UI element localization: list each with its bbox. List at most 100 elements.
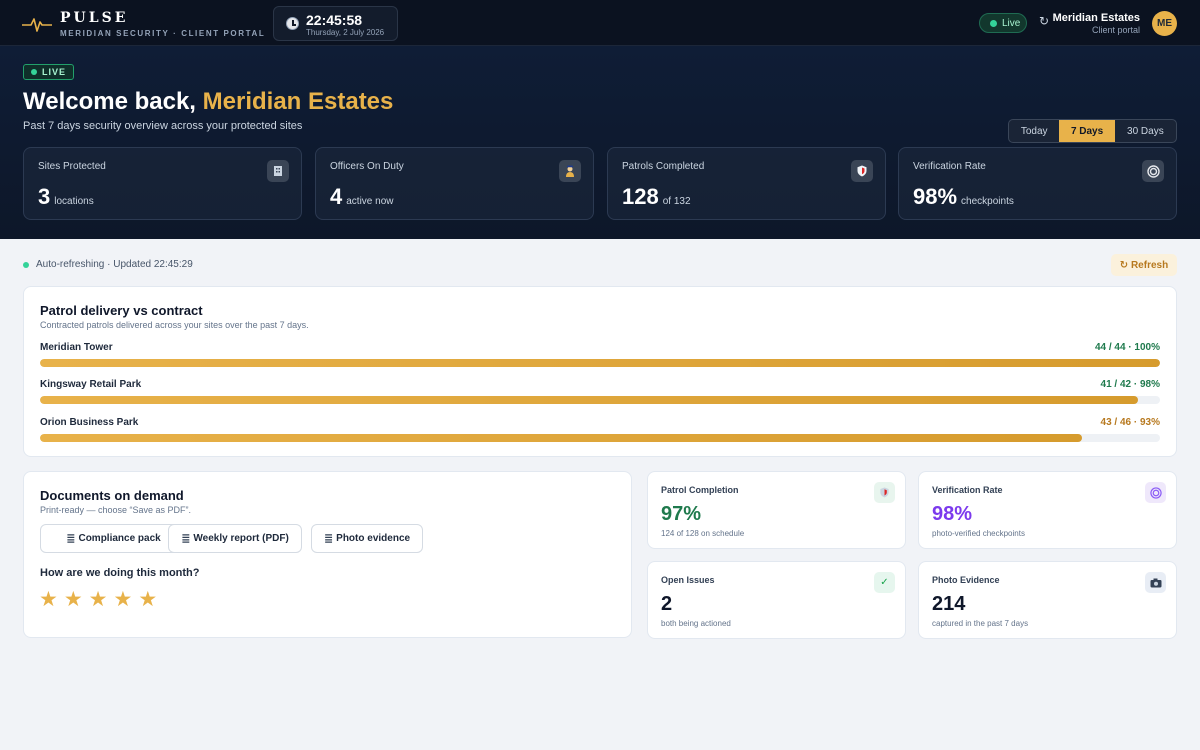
site-row: Kingsway Retail Park 41 / 42 · 98% [40, 379, 1160, 405]
document-icon: ≣ [181, 533, 191, 545]
metric-subtext: both being actioned [661, 619, 731, 628]
live-dot-icon [31, 69, 37, 75]
clock-time: 22:45:58 [306, 12, 363, 28]
period-selector: Today 7 Days 30 Days [1008, 119, 1177, 143]
kpi-sites-protected: Sites Protected 3 locations [23, 147, 302, 220]
site-stat: 43 / 46 · 93% [1100, 417, 1160, 428]
rating-question: How are we doing this month? [40, 567, 200, 579]
client-info: Meridian Estates Client portal [1053, 12, 1140, 35]
kpi-label: Verification Rate [913, 161, 986, 172]
pulse-logo-icon [22, 18, 52, 32]
documents-card-subtitle: Print-ready — choose “Save as PDF”. [40, 505, 192, 515]
top-bar: PULSE MERIDIAN SECURITY · CLIENT PORTAL … [0, 0, 1200, 46]
metric-value: 97% [661, 503, 702, 525]
documents-card: Documents on demand Print-ready — choose… [23, 471, 632, 638]
kpi-value: 3 locations [38, 184, 94, 209]
metric-card-patrol-completion: Patrol Completion 97% 124 of 128 on sche… [647, 471, 906, 549]
kpi-label: Officers On Duty [330, 161, 404, 172]
site-progress-fill [40, 359, 1160, 367]
kpi-label: Patrols Completed [622, 161, 705, 172]
refresh-icon[interactable]: ↻ [1037, 14, 1051, 28]
officer-icon [559, 160, 581, 182]
client-name: Meridian Estates [1052, 12, 1140, 24]
patrol-delivery-card: Patrol delivery vs contract Contracted p… [23, 286, 1177, 457]
welcome-prefix: Welcome back, [23, 88, 203, 115]
doc-button-label: Photo evidence [336, 533, 411, 544]
star-icon[interactable]: ★ [138, 589, 157, 610]
kpi-patrols-completed: Patrols Completed 128 of 132 [607, 147, 886, 220]
metric-card-photo-evidence: Photo Evidence 214 captured in the past … [918, 561, 1177, 639]
documents-card-title: Documents on demand [40, 488, 184, 503]
live-badge: LIVE [23, 64, 75, 80]
doc-button-label: Weekly report (PDF) [193, 533, 289, 544]
site-progress-track [40, 396, 1160, 404]
welcome-heading: Welcome back, Meridian Estates [23, 88, 393, 116]
site-name: Kingsway Retail Park [40, 379, 142, 390]
clock-icon [286, 17, 299, 30]
site-name: Orion Business Park [40, 417, 139, 428]
site-stat: 44 / 44 · 100% [1094, 342, 1160, 353]
document-icon: ≣ [323, 533, 334, 545]
star-icon[interactable]: ★ [64, 589, 83, 610]
period-7-days-button[interactable]: 7 Days [1059, 120, 1115, 142]
doc-button-label: Compliance pack [78, 533, 161, 544]
star-rating[interactable]: ★ ★ ★ ★ ★ [39, 589, 163, 610]
star-icon[interactable]: ★ [113, 589, 132, 610]
metric-value: 2 [661, 593, 673, 615]
metric-card-verification-rate: Verification Rate 98% photo-verified che… [918, 471, 1177, 549]
site-stat: 41 / 42 · 98% [1100, 379, 1160, 390]
patrol-card-title: Patrol delivery vs contract [40, 303, 203, 318]
kpi-officers-on-duty: Officers On Duty 4 active now [315, 147, 594, 220]
brand[interactable]: PULSE MERIDIAN SECURITY · CLIENT PORTAL [22, 9, 265, 39]
kpi-value: 4 active now [330, 184, 394, 209]
compliance-pack-button[interactable]: ≣ Compliance pack [40, 524, 187, 553]
metric-label: Verification Rate [932, 485, 1003, 495]
period-today-button[interactable]: Today [1009, 120, 1059, 142]
shield-icon [851, 160, 873, 182]
document-icon: ≣ [66, 533, 76, 545]
site-name: Meridian Tower [40, 342, 113, 353]
clock-widget: 22:45:58 Thursday, 2 July 2026 [273, 6, 398, 41]
metric-subtext: 124 of 128 on schedule [661, 529, 745, 538]
metric-value: 98% [932, 503, 973, 525]
brand-subtitle: MERIDIAN SECURITY · CLIENT PORTAL [60, 28, 266, 38]
metric-value: 214 [932, 593, 966, 615]
photo-evidence-button[interactable]: ≣ Photo evidence [311, 524, 423, 553]
period-30-days-button[interactable]: 30 Days [1115, 120, 1176, 142]
client-role: Client portal [1091, 25, 1140, 35]
shield-icon [874, 482, 895, 503]
site-progress-track [40, 359, 1160, 367]
weekly-report-button[interactable]: ≣ Weekly report (PDF) [168, 524, 302, 553]
metric-label: Photo Evidence [932, 575, 1000, 585]
avatar[interactable]: ME [1152, 11, 1177, 36]
live-badge-label: LIVE [42, 67, 67, 77]
auto-refresh-status: Auto-refreshing · Updated 22:45:29 [23, 259, 193, 270]
patrol-card-subtitle: Contracted patrols delivered across your… [40, 320, 309, 330]
target-icon [1142, 160, 1164, 182]
kpi-value: 98% checkpoints [913, 184, 1014, 209]
kpi-value: 128 of 132 [622, 184, 691, 209]
metric-subtext: photo-verified checkpoints [932, 529, 1025, 538]
target-icon [1145, 482, 1166, 503]
site-progress-fill [40, 434, 1082, 442]
brand-name: PULSE [60, 9, 129, 26]
star-icon[interactable]: ★ [89, 589, 108, 610]
refresh-button[interactable]: ↻ Refresh [1111, 254, 1177, 276]
hero-subtitle: Past 7 days security overview across you… [23, 120, 303, 132]
metric-subtext: captured in the past 7 days [932, 619, 1029, 628]
check-icon: ✓ [874, 572, 895, 593]
welcome-client-name: Meridian Estates [202, 88, 394, 115]
live-label: Live [1002, 17, 1021, 29]
site-progress-fill [40, 396, 1138, 404]
star-icon[interactable]: ★ [39, 589, 58, 610]
live-dot-icon [990, 19, 997, 27]
metric-label: Open Issues [661, 575, 715, 585]
clock-date: Thursday, 2 July 2026 [306, 28, 385, 37]
status-dot-icon [23, 261, 29, 268]
kpi-verification-rate: Verification Rate 98% checkpoints [898, 147, 1177, 220]
site-progress-track [40, 434, 1160, 442]
kpi-label: Sites Protected [38, 161, 106, 172]
camera-icon [1145, 572, 1166, 593]
auto-refresh-text: Auto-refreshing · Updated 22:45:29 [36, 259, 193, 270]
metric-card-open-issues: Open Issues 2 both being actioned ✓ [647, 561, 906, 639]
